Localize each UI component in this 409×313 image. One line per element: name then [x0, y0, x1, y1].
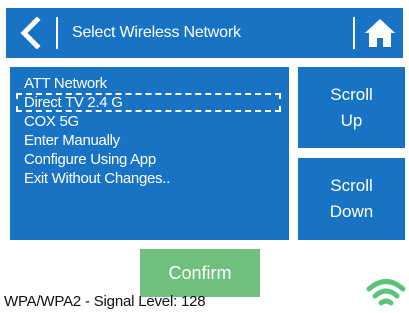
scroll-down-line2: Down: [329, 202, 374, 221]
signal-status-text: WPA/WPA2 - Signal Level: 128: [4, 293, 206, 310]
home-button[interactable]: [357, 8, 403, 58]
scroll-down-button[interactable]: Scroll Down: [298, 158, 405, 240]
chevron-left-icon: [20, 17, 41, 49]
scroll-up-line2: Up: [340, 110, 363, 130]
scroll-up-line1: Scroll: [330, 84, 373, 104]
header-bar: Select Wireless Network: [6, 8, 403, 58]
network-item-configure-app[interactable]: Configure Using App: [16, 150, 281, 169]
scroll-up-label: Scroll Up: [330, 82, 373, 134]
header-divider-right: [353, 17, 355, 49]
network-item-cox-5g[interactable]: COX 5G: [16, 112, 281, 131]
scroll-down-line1: Scroll: [330, 176, 373, 195]
network-item-att[interactable]: ATT Network: [16, 74, 281, 93]
home-icon: [365, 19, 395, 47]
network-item-direct-tv[interactable]: Direct TV 2.4 G: [16, 93, 281, 112]
scroll-down-label: Scroll Down: [330, 173, 373, 225]
network-list-panel: ATT Network Direct TV 2.4 G COX 5G Enter…: [10, 67, 289, 240]
page-title: Select Wireless Network: [72, 24, 241, 41]
header-divider-left: [56, 17, 58, 49]
scroll-up-button[interactable]: Scroll Up: [298, 67, 405, 148]
back-button[interactable]: [6, 8, 56, 58]
network-item-exit[interactable]: Exit Without Changes..: [16, 169, 281, 188]
network-item-enter-manually[interactable]: Enter Manually: [16, 131, 281, 150]
wifi-signal-icon: [366, 279, 406, 306]
network-list: ATT Network Direct TV 2.4 G COX 5G Enter…: [10, 67, 289, 188]
confirm-label: Confirm: [168, 262, 232, 283]
confirm-button[interactable]: Confirm: [140, 249, 260, 297]
